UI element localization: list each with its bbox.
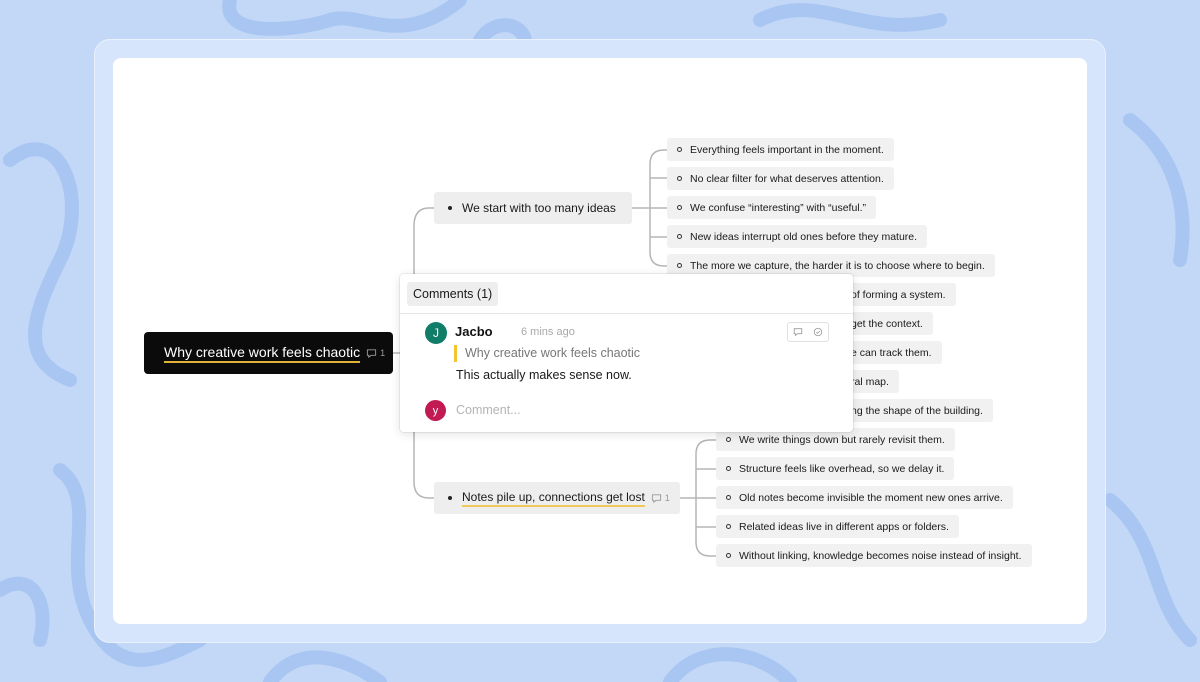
circle-bullet-icon xyxy=(677,147,682,152)
leaf-label: of forming a system. xyxy=(851,288,946,301)
reply-icon[interactable] xyxy=(793,327,803,337)
branch-label: We start with too many ideas xyxy=(462,201,616,215)
leaf-node[interactable]: get the context. xyxy=(841,312,933,335)
root-comment-badge[interactable]: 1 xyxy=(366,348,385,359)
comment-icon xyxy=(651,493,661,503)
circle-bullet-icon xyxy=(726,466,731,471)
leaf-label: We confuse “interesting” with “useful.” xyxy=(690,201,867,214)
leaf-node[interactable]: Without linking, knowledge becomes noise… xyxy=(716,544,1032,567)
comments-panel: Comments (1) J Jacbo 6 mins ago Why crea… xyxy=(400,274,853,432)
branch-comment-count: 1 xyxy=(664,493,670,503)
circle-bullet-icon xyxy=(726,495,731,500)
author-avatar: J xyxy=(425,322,447,344)
root-node-label: Why creative work feels chaotic xyxy=(164,344,361,363)
leaf-node[interactable]: No clear filter for what deserves attent… xyxy=(667,167,894,190)
current-user-avatar: y xyxy=(425,400,446,421)
leaf-label: Related ideas live in different apps or … xyxy=(739,520,949,533)
leaf-node[interactable]: ng the shape of the building. xyxy=(841,399,993,422)
comments-title: Comments (1) xyxy=(407,281,499,306)
comment-icon xyxy=(366,348,377,358)
leaf-label: Old notes become invisible the moment ne… xyxy=(739,491,1003,504)
circle-bullet-icon xyxy=(677,176,682,181)
circle-bullet-icon xyxy=(677,205,682,210)
leaf-node[interactable]: Structure feels like overhead, so we del… xyxy=(716,457,955,480)
circle-bullet-icon xyxy=(726,437,731,442)
leaf-node[interactable]: Everything feels important in the moment… xyxy=(667,138,894,161)
leaf-label: ng the shape of the building. xyxy=(851,404,983,417)
leaf-node[interactable]: Related ideas live in different apps or … xyxy=(716,515,959,538)
circle-bullet-icon xyxy=(677,263,682,268)
leaf-label: ral map. xyxy=(851,375,889,388)
branch-label: Notes pile up, connections get lost xyxy=(462,490,645,507)
branch-node-notes-pile-up[interactable]: Notes pile up, connections get lost 1 xyxy=(434,482,680,514)
comments-header: Comments (1) xyxy=(400,274,853,314)
leaf-label: No clear filter for what deserves attent… xyxy=(690,172,884,185)
leaf-label: Structure feels like overhead, so we del… xyxy=(739,462,945,475)
leaf-label: The more we capture, the harder it is to… xyxy=(690,259,985,272)
root-node[interactable]: Why creative work feels chaotic 1 xyxy=(144,332,393,374)
comment-body: This actually makes sense now. xyxy=(456,368,632,382)
root-comment-count: 1 xyxy=(380,348,386,358)
leaf-node[interactable]: New ideas interrupt old ones before they… xyxy=(667,225,928,248)
leaf-node[interactable]: Old notes become invisible the moment ne… xyxy=(716,486,1013,509)
circle-bullet-icon xyxy=(726,524,731,529)
circle-bullet-icon xyxy=(726,553,731,558)
comment-timestamp: 6 mins ago xyxy=(521,326,575,338)
circle-bullet-icon xyxy=(677,234,682,239)
bullet-icon xyxy=(448,496,452,500)
leaf-label: get the context. xyxy=(851,317,923,330)
comment-actions xyxy=(787,322,829,342)
leaf-label: We write things down but rarely revisit … xyxy=(739,433,945,446)
resolve-check-icon[interactable] xyxy=(813,327,823,337)
comment-author: Jacbo xyxy=(455,324,493,339)
comment-input[interactable] xyxy=(456,401,756,419)
leaf-node[interactable]: of forming a system. xyxy=(841,283,956,306)
bullet-icon xyxy=(448,206,452,210)
leaf-label: e can track them. xyxy=(851,346,932,359)
leaf-node[interactable]: e can track them. xyxy=(841,341,942,364)
leaf-label: Without linking, knowledge becomes noise… xyxy=(739,549,1022,562)
leaf-label: New ideas interrupt old ones before they… xyxy=(690,230,918,243)
leaf-label: Everything feels important in the moment… xyxy=(690,143,884,156)
branch-node-too-many-ideas[interactable]: We start with too many ideas xyxy=(434,192,632,224)
leaf-node[interactable]: We confuse “interesting” with “useful.” xyxy=(667,196,877,219)
comment-quote: Why creative work feels chaotic xyxy=(454,345,640,362)
branch-comment-badge[interactable]: 1 xyxy=(651,493,670,504)
mindmap-canvas[interactable]: Why creative work feels chaotic 1 We sta… xyxy=(113,58,1087,624)
